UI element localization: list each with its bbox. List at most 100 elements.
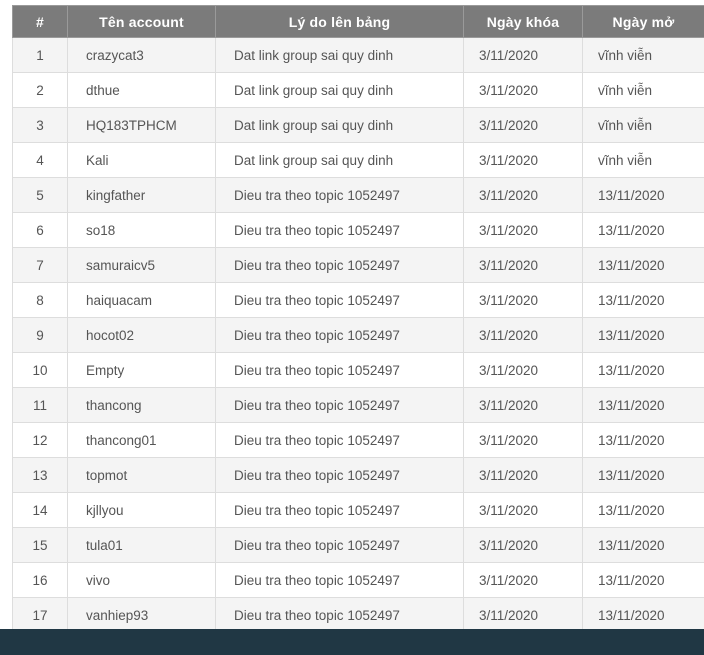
lock-date: 3/11/2020 <box>464 283 583 318</box>
account-name: so18 <box>68 213 216 248</box>
lock-date: 3/11/2020 <box>464 178 583 213</box>
header-open-date: Ngày mở <box>583 6 704 38</box>
table-row: 15tula01Dieu tra theo topic 10524973/11/… <box>13 528 704 563</box>
row-index: 4 <box>13 143 68 178</box>
open-date: 13/11/2020 <box>583 423 704 458</box>
ban-reason: Dieu tra theo topic 1052497 <box>216 563 464 598</box>
ban-reason: Dat link group sai quy dinh <box>216 38 464 73</box>
open-date: 13/11/2020 <box>583 353 704 388</box>
row-index: 17 <box>13 598 68 633</box>
row-index: 2 <box>13 73 68 108</box>
table-row: 10EmptyDieu tra theo topic 10524973/11/2… <box>13 353 704 388</box>
ban-reason: Dieu tra theo topic 1052497 <box>216 528 464 563</box>
header-lock-date: Ngày khóa <box>464 6 583 38</box>
ban-reason: Dieu tra theo topic 1052497 <box>216 353 464 388</box>
footer-bar <box>0 629 704 655</box>
account-name: topmot <box>68 458 216 493</box>
table-row: 5kingfatherDieu tra theo topic 10524973/… <box>13 178 704 213</box>
table-row: 12thancong01Dieu tra theo topic 10524973… <box>13 423 704 458</box>
table-row: 4KaliDat link group sai quy dinh3/11/202… <box>13 143 704 178</box>
account-name: vivo <box>68 563 216 598</box>
open-date: 13/11/2020 <box>583 598 704 633</box>
table-header: # Tên account Lý do lên bảng Ngày khóa N… <box>13 6 704 38</box>
row-index: 3 <box>13 108 68 143</box>
row-index: 13 <box>13 458 68 493</box>
open-date: 13/11/2020 <box>583 563 704 598</box>
row-index: 16 <box>13 563 68 598</box>
account-name: kjllyou <box>68 493 216 528</box>
row-index: 14 <box>13 493 68 528</box>
table-row: 1crazycat3Dat link group sai quy dinh3/1… <box>13 38 704 73</box>
open-date: 13/11/2020 <box>583 318 704 353</box>
table-row: 9hocot02Dieu tra theo topic 10524973/11/… <box>13 318 704 353</box>
account-name: dthue <box>68 73 216 108</box>
row-index: 7 <box>13 248 68 283</box>
ban-list-table: # Tên account Lý do lên bảng Ngày khóa N… <box>12 5 704 633</box>
lock-date: 3/11/2020 <box>464 388 583 423</box>
lock-date: 3/11/2020 <box>464 493 583 528</box>
lock-date: 3/11/2020 <box>464 143 583 178</box>
lock-date: 3/11/2020 <box>464 563 583 598</box>
lock-date: 3/11/2020 <box>464 38 583 73</box>
header-row: # Tên account Lý do lên bảng Ngày khóa N… <box>13 6 704 38</box>
table-row: 14kjllyouDieu tra theo topic 10524973/11… <box>13 493 704 528</box>
open-date: vĩnh viễn <box>583 143 704 178</box>
table-row: 8haiquacamDieu tra theo topic 10524973/1… <box>13 283 704 318</box>
table-row: 2dthueDat link group sai quy dinh3/11/20… <box>13 73 704 108</box>
lock-date: 3/11/2020 <box>464 73 583 108</box>
open-date: vĩnh viễn <box>583 108 704 143</box>
account-name: samuraicv5 <box>68 248 216 283</box>
account-name: crazycat3 <box>68 38 216 73</box>
ban-reason: Dieu tra theo topic 1052497 <box>216 318 464 353</box>
open-date: 13/11/2020 <box>583 213 704 248</box>
ban-list-page: # Tên account Lý do lên bảng Ngày khóa N… <box>0 0 704 655</box>
open-date: 13/11/2020 <box>583 178 704 213</box>
row-index: 9 <box>13 318 68 353</box>
open-date: 13/11/2020 <box>583 283 704 318</box>
account-name: tula01 <box>68 528 216 563</box>
lock-date: 3/11/2020 <box>464 213 583 248</box>
ban-reason: Dieu tra theo topic 1052497 <box>216 213 464 248</box>
open-date: vĩnh viễn <box>583 38 704 73</box>
account-name: kingfather <box>68 178 216 213</box>
row-index: 15 <box>13 528 68 563</box>
account-name: hocot02 <box>68 318 216 353</box>
account-name: Kali <box>68 143 216 178</box>
open-date: 13/11/2020 <box>583 388 704 423</box>
open-date: 13/11/2020 <box>583 458 704 493</box>
ban-reason: Dieu tra theo topic 1052497 <box>216 283 464 318</box>
lock-date: 3/11/2020 <box>464 248 583 283</box>
ban-reason: Dat link group sai quy dinh <box>216 143 464 178</box>
ban-reason: Dat link group sai quy dinh <box>216 108 464 143</box>
table-row: 7samuraicv5Dieu tra theo topic 10524973/… <box>13 248 704 283</box>
row-index: 11 <box>13 388 68 423</box>
lock-date: 3/11/2020 <box>464 108 583 143</box>
lock-date: 3/11/2020 <box>464 423 583 458</box>
ban-reason: Dieu tra theo topic 1052497 <box>216 248 464 283</box>
ban-reason: Dieu tra theo topic 1052497 <box>216 178 464 213</box>
account-name: Empty <box>68 353 216 388</box>
lock-date: 3/11/2020 <box>464 353 583 388</box>
account-name: thancong01 <box>68 423 216 458</box>
ban-reason: Dieu tra theo topic 1052497 <box>216 423 464 458</box>
open-date: vĩnh viễn <box>583 73 704 108</box>
row-index: 12 <box>13 423 68 458</box>
table-row: 16vivoDieu tra theo topic 10524973/11/20… <box>13 563 704 598</box>
table-row: 6so18Dieu tra theo topic 10524973/11/202… <box>13 213 704 248</box>
ban-reason: Dieu tra theo topic 1052497 <box>216 388 464 423</box>
ban-reason: Dieu tra theo topic 1052497 <box>216 598 464 633</box>
row-index: 1 <box>13 38 68 73</box>
open-date: 13/11/2020 <box>583 528 704 563</box>
lock-date: 3/11/2020 <box>464 598 583 633</box>
table-row: 13topmotDieu tra theo topic 10524973/11/… <box>13 458 704 493</box>
ban-reason: Dat link group sai quy dinh <box>216 73 464 108</box>
row-index: 6 <box>13 213 68 248</box>
row-index: 8 <box>13 283 68 318</box>
account-name: thancong <box>68 388 216 423</box>
row-index: 10 <box>13 353 68 388</box>
account-name: HQ183TPHCM <box>68 108 216 143</box>
lock-date: 3/11/2020 <box>464 318 583 353</box>
header-reason: Lý do lên bảng <box>216 6 464 38</box>
header-account: Tên account <box>68 6 216 38</box>
ban-reason: Dieu tra theo topic 1052497 <box>216 493 464 528</box>
